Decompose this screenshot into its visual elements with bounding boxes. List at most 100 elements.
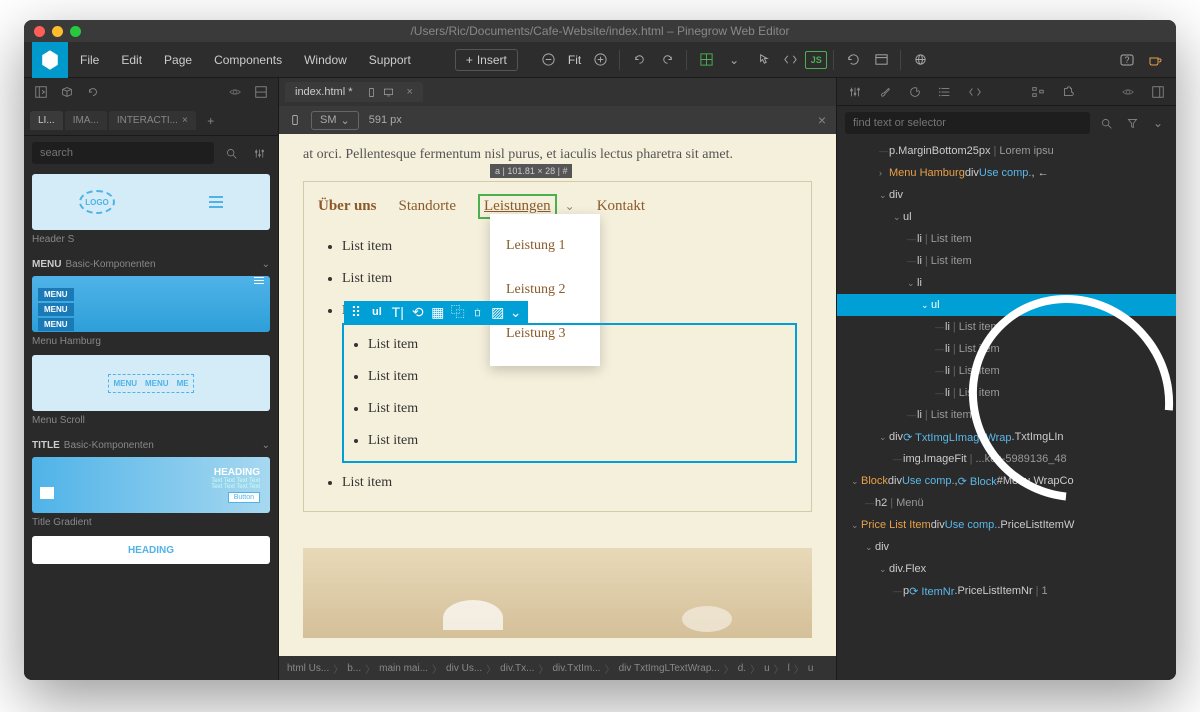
section-menu[interactable]: MENU Basic-Komponenten ⌄ bbox=[32, 253, 270, 276]
zoom-out-icon[interactable] bbox=[536, 47, 562, 73]
brush-icon[interactable] bbox=[875, 82, 895, 102]
chevron-down-icon[interactable]: ⌄ bbox=[1148, 113, 1168, 133]
tree-row[interactable]: —li|List item bbox=[837, 250, 1176, 272]
breadcrumb-item[interactable]: l bbox=[788, 663, 790, 674]
menu-window[interactable]: Window bbox=[294, 53, 357, 67]
js-icon[interactable]: JS bbox=[805, 51, 827, 69]
nav-item-kontakt[interactable]: Kontakt bbox=[597, 198, 645, 215]
tree-row[interactable]: —li|List item bbox=[837, 228, 1176, 250]
tree-icon[interactable] bbox=[1028, 82, 1048, 102]
tree-row[interactable]: —h2|Menü bbox=[837, 492, 1176, 514]
breadcrumb-item[interactable]: div.TxtIm... bbox=[552, 663, 600, 674]
nav-item-standorte[interactable]: Standorte bbox=[399, 198, 457, 215]
insert-button[interactable]: +Insert bbox=[455, 49, 518, 71]
nav-item-uber-uns[interactable]: Über uns bbox=[318, 198, 377, 215]
breadcrumb-item[interactable]: u bbox=[808, 663, 814, 674]
eye-icon[interactable] bbox=[1118, 82, 1138, 102]
help-icon[interactable]: ? bbox=[1114, 47, 1140, 73]
panel-refresh-icon[interactable] bbox=[84, 83, 102, 101]
tree-row[interactable]: ⌄li bbox=[837, 272, 1176, 294]
chevron-down-icon[interactable]: ⌄ bbox=[721, 47, 747, 73]
tree-row[interactable]: —p ⟳ ItemNr .PriceListItemNr|1 bbox=[837, 580, 1176, 602]
device-desktop-icon[interactable] bbox=[383, 87, 394, 98]
menu-edit[interactable]: Edit bbox=[111, 53, 152, 67]
code-icon[interactable] bbox=[777, 47, 803, 73]
add-tab-icon[interactable]: + bbox=[202, 112, 220, 130]
tree-row[interactable]: —li|List item bbox=[837, 382, 1176, 404]
breadcrumb-item[interactable]: div TxtImgLTextWrap... bbox=[619, 663, 720, 674]
device-mobile-icon[interactable] bbox=[366, 87, 377, 98]
tree-row[interactable]: ⌄ul bbox=[837, 206, 1176, 228]
app-logo[interactable] bbox=[32, 42, 68, 78]
tab-li[interactable]: LI... bbox=[30, 111, 63, 130]
list-item[interactable]: List item bbox=[342, 467, 797, 499]
tree-row[interactable]: —li|List item bbox=[837, 360, 1176, 382]
tree-row[interactable]: ⌄div bbox=[837, 184, 1176, 206]
hatch-icon[interactable]: ▨ bbox=[490, 304, 506, 320]
tree-row[interactable]: ›Menu Hamburg div Use comp., ← bbox=[837, 162, 1176, 184]
breadcrumb-item[interactable]: u bbox=[764, 663, 770, 674]
section-title[interactable]: TITLE Basic-Komponenten ⌄ bbox=[32, 434, 270, 457]
menu-file[interactable]: File bbox=[70, 53, 109, 67]
chevron-down-icon[interactable]: ⌄ bbox=[510, 304, 524, 321]
puzzle-icon[interactable] bbox=[1058, 82, 1078, 102]
breadcrumb-item[interactable]: b... bbox=[347, 663, 361, 674]
panel-box-icon[interactable] bbox=[58, 83, 76, 101]
close-tab-icon[interactable]: × bbox=[406, 86, 412, 98]
breadcrumb-item[interactable]: div.Tx... bbox=[500, 663, 534, 674]
dropdown-item[interactable]: Leistung 1 bbox=[490, 224, 600, 268]
tree-row[interactable]: —li|List item bbox=[837, 404, 1176, 426]
palette-icon[interactable] bbox=[905, 82, 925, 102]
viewport-device-icon[interactable] bbox=[289, 114, 301, 126]
list-item[interactable]: List item bbox=[368, 361, 795, 393]
panel-collapse-icon[interactable] bbox=[1148, 82, 1168, 102]
tree-row[interactable]: ⌄Block div Use comp., ⟳ Block #Menu.Wrap… bbox=[837, 470, 1176, 492]
breadcrumb-item[interactable]: d. bbox=[738, 663, 746, 674]
browser-icon[interactable] bbox=[868, 47, 894, 73]
image-placeholder[interactable] bbox=[303, 548, 812, 638]
tree-row[interactable]: —li|List item bbox=[837, 316, 1176, 338]
close-viewport-icon[interactable]: × bbox=[818, 112, 826, 128]
menu-support[interactable]: Support bbox=[359, 53, 421, 67]
thumb-menu-scroll[interactable]: MENUMENUME Menu Scroll bbox=[32, 355, 270, 426]
click-icon[interactable] bbox=[749, 47, 775, 73]
link-icon[interactable]: ⟲ bbox=[410, 304, 426, 320]
tree-row[interactable]: ⌄div.Flex bbox=[837, 558, 1176, 580]
eye-icon[interactable] bbox=[226, 83, 244, 101]
list-item[interactable]: List item bbox=[368, 329, 795, 361]
search-icon[interactable] bbox=[1096, 113, 1116, 133]
list-icon[interactable] bbox=[935, 82, 955, 102]
breadcrumb-item[interactable]: html Us... bbox=[287, 663, 329, 674]
left-search-input[interactable] bbox=[32, 142, 214, 164]
breadcrumb-item[interactable]: main mai... bbox=[379, 663, 428, 674]
list-item[interactable]: List item bbox=[368, 393, 795, 425]
settings-icon[interactable] bbox=[248, 142, 270, 164]
thumb-title-gradient[interactable]: HEADING Text Text Text Text Text Text Te… bbox=[32, 457, 270, 528]
thumb-heading[interactable]: HEADING bbox=[32, 536, 270, 564]
tree-row[interactable]: —p.MarginBottom25px|Lorem ipsu bbox=[837, 140, 1176, 162]
tree-row[interactable]: ⌄div ⟳ TxtImgLImageWrap .TxtImgLIn bbox=[837, 426, 1176, 448]
code-icon[interactable] bbox=[965, 82, 985, 102]
panel-layout-icon[interactable] bbox=[252, 83, 270, 101]
duplicate-icon[interactable]: ⿻ bbox=[450, 304, 466, 320]
menu-components[interactable]: Components bbox=[204, 53, 292, 67]
tree-search-input[interactable] bbox=[845, 112, 1090, 134]
viewport-size-selector[interactable]: SM⌄ bbox=[311, 111, 359, 130]
selected-ul[interactable]: ⠿ ul T| ⟲ ▦ ⿻ ▨ ⌄ bbox=[342, 323, 797, 463]
tree-row[interactable]: ⌄div bbox=[837, 536, 1176, 558]
thumb-header-s[interactable]: LOGO Header S bbox=[32, 174, 270, 245]
thumb-menu-hamburg[interactable]: MENU MENU MENU Menu Hamburg bbox=[32, 276, 270, 347]
breadcrumb-item[interactable]: div Us... bbox=[446, 663, 482, 674]
file-tab[interactable]: index.html * × bbox=[285, 82, 423, 102]
grid-icon[interactable]: ▦ bbox=[430, 304, 446, 320]
tree-row[interactable]: ⌄Price List Item div Use comp. .PriceLis… bbox=[837, 514, 1176, 536]
list-item[interactable]: List item bbox=[368, 425, 795, 457]
redo-icon[interactable] bbox=[654, 47, 680, 73]
coffee-icon[interactable] bbox=[1142, 47, 1168, 73]
grid-icon[interactable] bbox=[693, 47, 719, 73]
undo-icon[interactable] bbox=[626, 47, 652, 73]
tab-interacti[interactable]: INTERACTI...× bbox=[109, 111, 196, 130]
chevron-down-icon[interactable]: ⌄ bbox=[565, 199, 575, 214]
globe-icon[interactable] bbox=[907, 47, 933, 73]
search-icon[interactable] bbox=[220, 142, 242, 164]
